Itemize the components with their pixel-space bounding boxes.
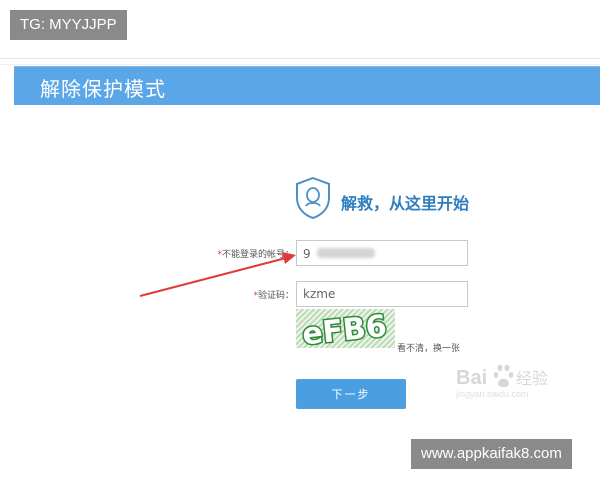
top-divider (0, 58, 600, 59)
captcha-input[interactable]: kzme (296, 281, 468, 307)
account-value-blurred (316, 248, 375, 258)
header-bar: 解除保护模式 (14, 66, 600, 105)
account-label: *不能登录的帐号： (217, 250, 294, 260)
rescue-heading: 解救，从这里开始 (341, 194, 470, 213)
tg-badge: TG: MYYJJPP (10, 10, 127, 40)
account-value: 9 (303, 247, 311, 261)
shield-penguin-icon (296, 176, 330, 220)
account-input[interactable]: 9 (296, 240, 468, 266)
top-divider-2 (0, 64, 600, 65)
svg-text:经验: 经验 (516, 369, 548, 388)
captcha-image[interactable]: eFB6 (296, 309, 395, 348)
site-url-badge: www.appkaifak8.com (411, 439, 572, 469)
captcha-label: *验证码： (253, 291, 294, 301)
captcha-value: kzme (303, 287, 336, 301)
baidu-jingyan-watermark: Bai 经验 jingyan.baidu.com (456, 364, 548, 399)
refresh-captcha-link[interactable]: 看不清，换一张 (397, 341, 460, 354)
svg-text:Bai: Bai (456, 367, 487, 389)
paw-icon (493, 364, 514, 387)
next-step-button[interactable]: 下一步 (296, 379, 406, 409)
page-title: 解除保护模式 (40, 77, 166, 101)
svg-text:jingyan.baidu.com: jingyan.baidu.com (456, 389, 529, 399)
